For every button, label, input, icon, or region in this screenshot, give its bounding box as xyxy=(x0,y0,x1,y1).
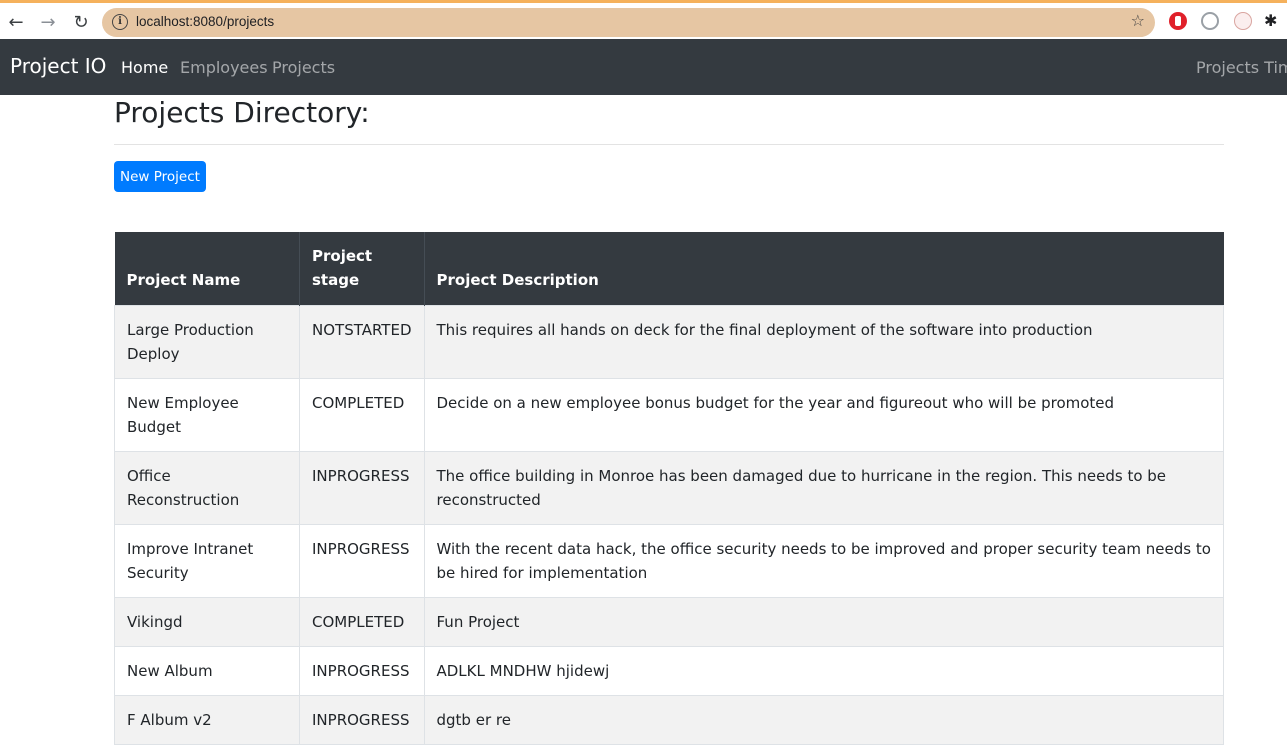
project-name-cell: Large Production Deploy xyxy=(114,305,300,379)
table-row: New Album INPROGRESS ADLKL MNDHW hjidewj xyxy=(114,646,1224,696)
page-title: Projects Directory: xyxy=(114,96,370,129)
app-navbar: Project IO Home Employees Projects Proje… xyxy=(0,39,1287,95)
project-description-cell: Decide on a new employee bonus budget fo… xyxy=(423,378,1224,452)
project-description-cell: The office building in Monroe has been d… xyxy=(423,451,1224,525)
table-row: F Album v2 INPROGRESS dgtb er re xyxy=(114,695,1224,745)
project-stage-cell: INPROGRESS xyxy=(299,695,425,745)
projects-table: Project Name Project stage Project Descr… xyxy=(114,232,1224,745)
project-description-cell: This requires all hands on deck for the … xyxy=(423,305,1224,379)
table-row: Improve Intranet Security INPROGRESS Wit… xyxy=(114,524,1224,598)
browser-toolbar: ← → ↻ i localhost:8080/projects ☆ ✱ xyxy=(0,0,1287,39)
table-row: New Employee Budget COMPLETED Decide on … xyxy=(114,378,1224,452)
divider xyxy=(114,144,1224,145)
table-row: Large Production Deploy NOTSTARTED This … xyxy=(114,305,1224,379)
table-header-row: Project Name Project stage Project Descr… xyxy=(114,232,1224,306)
project-name-cell: Vikingd xyxy=(114,597,300,647)
address-url[interactable]: localhost:8080/projects xyxy=(136,14,274,29)
forward-arrow-icon[interactable]: → xyxy=(35,9,61,35)
site-info-icon[interactable]: i xyxy=(112,14,128,30)
back-arrow-icon[interactable]: ← xyxy=(3,9,29,35)
project-description-cell: With the recent data hack, the office se… xyxy=(423,524,1224,598)
navbar-brand[interactable]: Project IO xyxy=(10,54,106,78)
project-stage-cell: COMPLETED xyxy=(299,378,425,452)
column-header-project-name: Project Name xyxy=(114,232,300,306)
table-row: Vikingd COMPLETED Fun Project xyxy=(114,597,1224,647)
project-stage-cell: NOTSTARTED xyxy=(299,305,425,379)
reload-icon[interactable]: ↻ xyxy=(68,9,94,35)
column-header-project-stage: Project stage xyxy=(299,232,425,306)
project-stage-cell: COMPLETED xyxy=(299,597,425,647)
nav-link-employees[interactable]: Employees xyxy=(180,58,268,77)
column-header-project-description: Project Description xyxy=(424,232,1224,306)
new-project-button[interactable]: New Project xyxy=(114,161,206,192)
project-stage-cell: INPROGRESS xyxy=(299,451,425,525)
project-stage-cell: INPROGRESS xyxy=(299,524,425,598)
table-row: Office Reconstruction INPROGRESS The off… xyxy=(114,451,1224,525)
adblock-extension-icon[interactable] xyxy=(1169,12,1187,30)
address-bar[interactable]: i localhost:8080/projects ☆ xyxy=(102,8,1155,37)
project-name-cell: New Employee Budget xyxy=(114,378,300,452)
project-description-cell: Fun Project xyxy=(423,597,1224,647)
project-description-cell: ADLKL MNDHW hjidewj xyxy=(423,646,1224,696)
nav-link-projects[interactable]: Projects xyxy=(272,58,335,77)
globe-extension-icon[interactable] xyxy=(1201,12,1219,30)
project-description-cell: dgtb er re xyxy=(423,695,1224,745)
project-name-cell: Office Reconstruction xyxy=(114,451,300,525)
project-name-cell: F Album v2 xyxy=(114,695,300,745)
react-extension-icon[interactable] xyxy=(1234,12,1252,30)
nav-link-home[interactable]: Home xyxy=(121,58,168,77)
nav-link-projects-time[interactable]: Projects Time xyxy=(1196,58,1287,77)
project-name-cell: Improve Intranet Security xyxy=(114,524,300,598)
extensions-puzzle-icon[interactable]: ✱ xyxy=(1264,11,1277,30)
bookmark-star-icon[interactable]: ☆ xyxy=(1131,11,1145,30)
project-name-cell: New Album xyxy=(114,646,300,696)
project-stage-cell: INPROGRESS xyxy=(299,646,425,696)
